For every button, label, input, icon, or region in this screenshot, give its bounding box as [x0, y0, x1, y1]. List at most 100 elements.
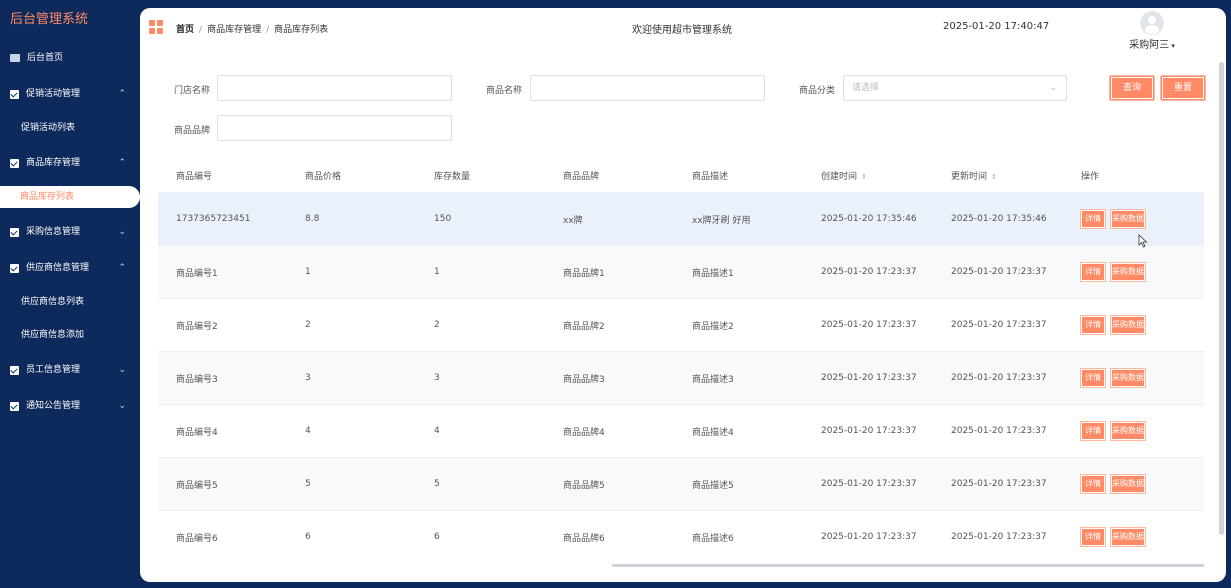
- reset-button[interactable]: 重置: [1161, 76, 1205, 100]
- table-row: 商品编号2 2 2 商品品牌2 商品描述2 2025-01-20 17:23:37 2025…: [158, 298, 1204, 351]
- username-text: 采购阿三: [1129, 40, 1170, 51]
- table-cell: 商品描述2: [692, 321, 734, 332]
- check-icon: [10, 227, 19, 237]
- header-actions: 操作: [1081, 171, 1100, 182]
- vertical-scrollbar[interactable]: [1219, 62, 1224, 535]
- sidebar-subitem[interactable]: 商品库存列表: [0, 186, 140, 208]
- sidebar-item[interactable]: 员工信息管理 ⌄: [0, 352, 140, 388]
- sort-icon[interactable]: ⇕: [991, 173, 997, 181]
- product-name-label: 商品名称: [486, 86, 523, 96]
- actions-cell: 详情 采购数据: [1063, 528, 1204, 546]
- table-cell: 商品描述5: [692, 480, 734, 491]
- actions-cell: 详情 采购数据: [1063, 210, 1204, 228]
- table-cell: 6: [305, 532, 311, 542]
- caret-down-icon: ▾: [1169, 42, 1175, 50]
- table-cell: 商品品牌5: [563, 480, 605, 491]
- table-cell: 商品编号3: [176, 374, 218, 385]
- detail-button[interactable]: 详情: [1081, 210, 1105, 228]
- detail-button[interactable]: 详情: [1081, 422, 1105, 440]
- brand-input[interactable]: [217, 115, 452, 141]
- header-stock: 库存数量: [434, 171, 471, 182]
- table-cell: 商品品牌4: [563, 427, 605, 438]
- detail-button[interactable]: 详情: [1081, 263, 1105, 281]
- sidebar-item-label: 员工信息管理: [26, 365, 81, 375]
- table-cell: 2: [434, 320, 440, 330]
- check-icon: [10, 263, 19, 273]
- sidebar-item[interactable]: 采购信息管理 ⌄: [0, 214, 140, 250]
- purchase-data-button[interactable]: 采购数据: [1111, 263, 1145, 281]
- welcome-text: 欢迎使用超市管理系统: [632, 25, 732, 36]
- sidebar-item[interactable]: 促销活动管理 ⌃: [0, 76, 140, 112]
- chevron-up-icon: ⌃: [118, 263, 126, 273]
- actions-cell: 详情 采购数据: [1063, 263, 1204, 281]
- actions-cell: 详情 采购数据: [1063, 369, 1204, 387]
- header-description: 商品描述: [692, 171, 729, 182]
- table-cell: 商品品牌1: [563, 268, 605, 279]
- avatar[interactable]: [1140, 11, 1164, 35]
- table-cell: 150: [434, 214, 452, 224]
- table-row: 商品编号4 4 4 商品品牌4 商品描述4 2025-01-20 17:23:37 2025…: [158, 404, 1204, 457]
- header-updated[interactable]: 更新时间 ⇕: [933, 169, 1063, 182]
- detail-button[interactable]: 详情: [1081, 475, 1105, 493]
- table-cell: 2025-01-20 17:23:37: [821, 373, 917, 383]
- purchase-data-button[interactable]: 采购数据: [1111, 369, 1145, 387]
- table-row: 1737365723451 8.8 150 xx牌 xx牌牙刷 好用 2025-01-20…: [158, 192, 1204, 245]
- purchase-data-button[interactable]: 采购数据: [1111, 528, 1145, 546]
- table-cell: 商品编号5: [176, 480, 218, 491]
- table-row: 商品编号6 6 6 商品品牌6 商品描述6 2025-01-20 17:23:37 2025…: [158, 510, 1204, 563]
- chevron-down-icon: ⌄: [118, 401, 126, 411]
- actions-cell: 详情 采购数据: [1063, 316, 1204, 334]
- table-cell: 2025-01-20 17:23:37: [821, 267, 917, 277]
- store-name-label: 门店名称: [174, 86, 211, 96]
- detail-button[interactable]: 详情: [1081, 369, 1105, 387]
- table-cell: 商品描述4: [692, 427, 734, 438]
- store-name-input[interactable]: [217, 75, 452, 101]
- main-panel: 首页 / 商品库存管理 / 商品库存列表 欢迎使用超市管理系统 2025-01-20 1…: [140, 8, 1226, 582]
- sidebar-nav: 后台首页 促销活动管理 ⌃ 促销活动列表 商品库存管理 ⌃ 商品库存列表 采购信息管理 ⌄ 供应商…: [0, 40, 140, 424]
- menu-grid-icon[interactable]: [149, 20, 163, 34]
- sidebar-subitem[interactable]: 供应商信息列表: [0, 286, 140, 319]
- horizontal-scrollbar[interactable]: [612, 564, 1204, 567]
- header-created[interactable]: 创建时间 ⇕: [803, 169, 933, 182]
- username[interactable]: 采购阿三 ▾: [1122, 36, 1182, 51]
- breadcrumb-section[interactable]: 商品库存管理: [207, 25, 261, 35]
- actions-cell: 详情 采购数据: [1063, 475, 1204, 493]
- sidebar-item[interactable]: 通知公告管理 ⌄: [0, 388, 140, 424]
- table-cell: 2025-01-20 17:23:37: [821, 532, 917, 542]
- table-cell: 4: [434, 426, 440, 436]
- table-cell: 2025-01-20 17:23:37: [951, 267, 1047, 277]
- sidebar-item[interactable]: 商品库存管理 ⌃: [0, 145, 140, 181]
- sidebar-subitem[interactable]: 促销活动列表: [0, 112, 140, 145]
- check-icon: [10, 365, 19, 375]
- product-name-input[interactable]: [530, 75, 765, 101]
- table-cell: 5: [434, 479, 440, 489]
- query-button[interactable]: 查询: [1110, 76, 1154, 100]
- sidebar-subitem[interactable]: 供应商信息添加: [0, 319, 140, 352]
- table-cell: 商品编号4: [176, 427, 218, 438]
- sidebar-item-label: 采购信息管理: [26, 227, 81, 237]
- purchase-data-button[interactable]: 采购数据: [1111, 210, 1145, 228]
- table-row: 商品编号3 3 3 商品品牌3 商品描述3 2025-01-20 17:23:37 2025…: [158, 351, 1204, 404]
- header-brand: 商品品牌: [563, 171, 600, 182]
- sidebar-item[interactable]: 后台首页: [0, 40, 140, 76]
- table-cell: 3: [305, 373, 311, 383]
- breadcrumb-home[interactable]: 首页: [176, 25, 194, 35]
- table-cell: 商品编号2: [176, 321, 218, 332]
- sort-icon[interactable]: ⇕: [861, 173, 867, 181]
- purchase-data-button[interactable]: 采购数据: [1111, 475, 1145, 493]
- current-datetime: 2025-01-20 17:40:47: [943, 21, 1050, 32]
- header-created-text: 创建时间: [821, 171, 858, 182]
- table-header: 商品编号 商品价格 库存数量 商品品牌 商品描述 创建时间 ⇕ 更新时间 ⇕ 操作: [158, 158, 1204, 192]
- detail-button[interactable]: 详情: [1081, 316, 1105, 334]
- table-cell: 商品描述1: [692, 268, 734, 279]
- category-select[interactable]: 请选择 ⌄: [843, 75, 1067, 101]
- purchase-data-button[interactable]: 采购数据: [1111, 316, 1145, 334]
- brand-title: 后台管理系统: [10, 12, 89, 27]
- chevron-down-icon: ⌄: [1049, 83, 1057, 93]
- purchase-data-button[interactable]: 采购数据: [1111, 422, 1145, 440]
- user-menu[interactable]: 采购阿三 ▾: [1122, 11, 1182, 51]
- sidebar-item[interactable]: 供应商信息管理 ⌃: [0, 250, 140, 286]
- category-placeholder: 请选择: [852, 83, 880, 93]
- detail-button[interactable]: 详情: [1081, 528, 1105, 546]
- actions-cell: 详情 采购数据: [1063, 422, 1204, 440]
